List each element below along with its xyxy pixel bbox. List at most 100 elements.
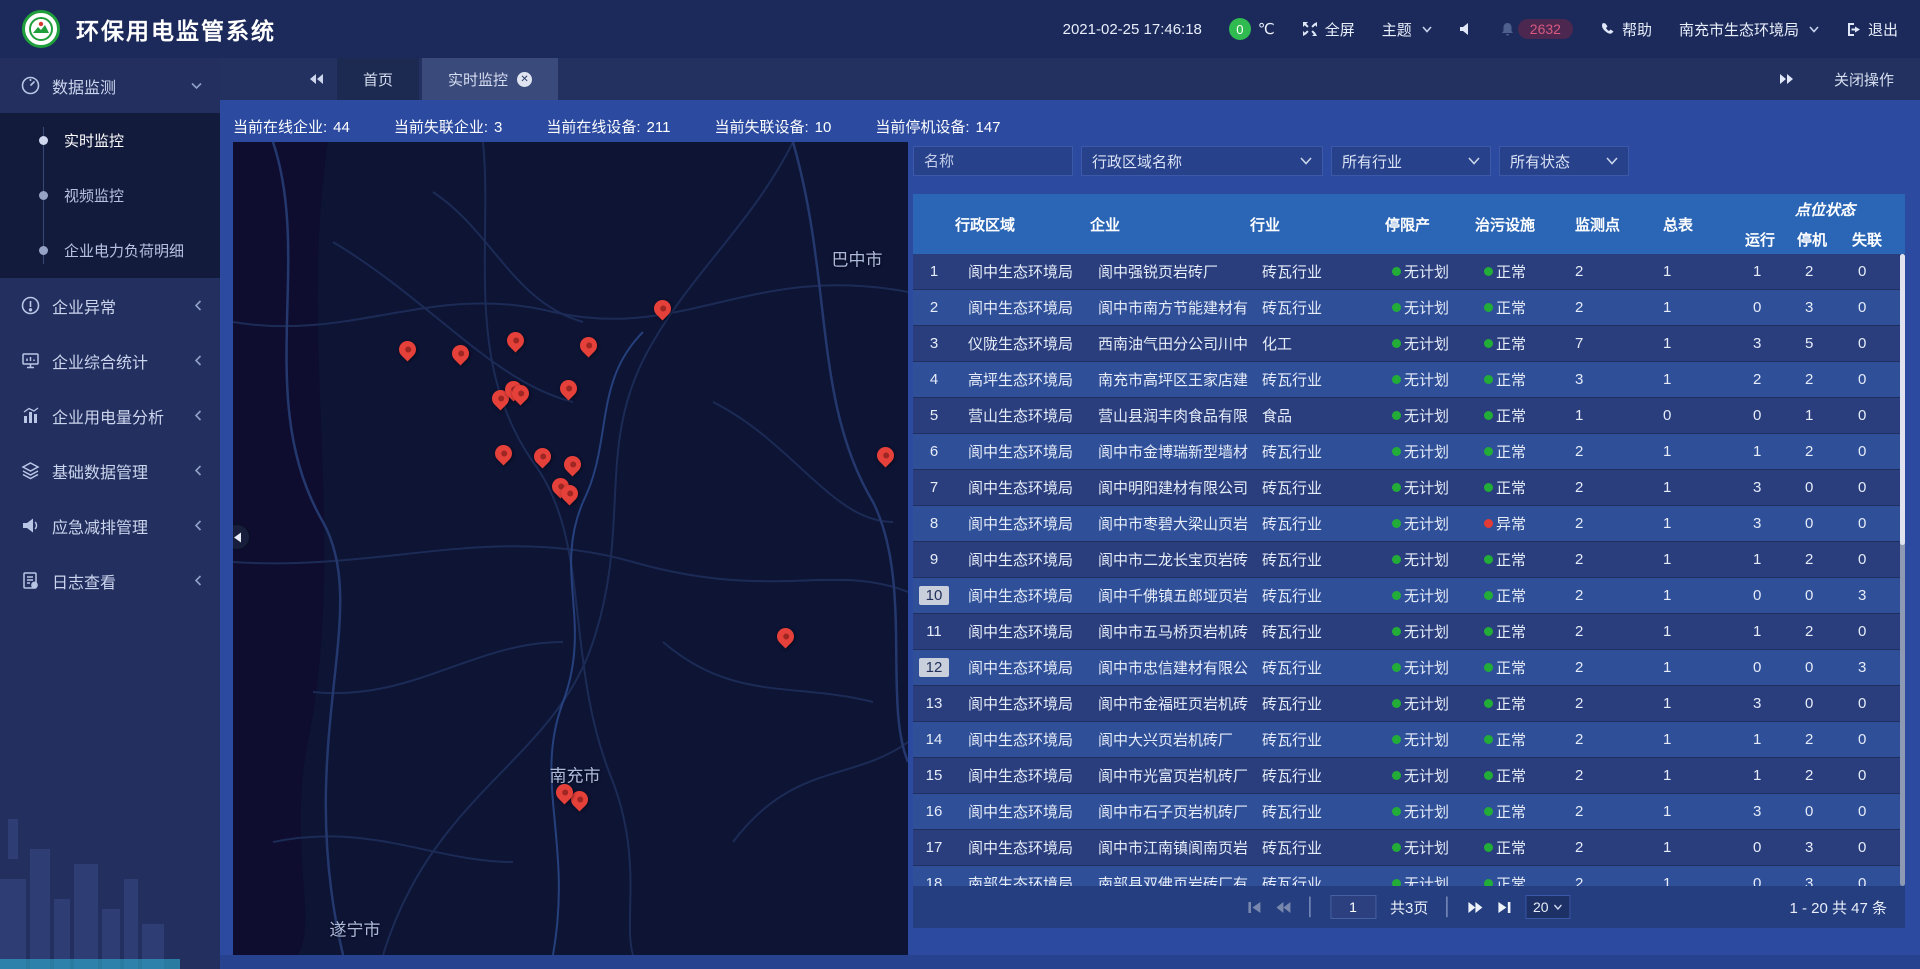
cell-index: 8 — [913, 506, 955, 541]
total-pages-label: 共3页 — [1390, 897, 1428, 918]
cell-stop: 2 — [1797, 362, 1852, 397]
sidebar-item-6[interactable]: 日志查看 — [0, 553, 220, 608]
cell-run: 3 — [1745, 326, 1797, 361]
stat-label: 当前失联企业: — [394, 119, 488, 136]
table-row[interactable]: 4高坪生态环境局南充市高坪区王家店建砖瓦行业无计划正常31220 — [913, 362, 1905, 398]
log-icon — [20, 571, 40, 590]
cell-meters: 1 — [1650, 758, 1745, 793]
cell-company: 南充市高坪区王家店建 — [1090, 362, 1250, 397]
table-row[interactable]: 7阆中生态环境局阆中明阳建材有限公司砖瓦行业无计划正常21300 — [913, 470, 1905, 506]
layers-icon — [20, 461, 40, 480]
table-row[interactable]: 6阆中生态环境局阆中市金博瑞新型墙材砖瓦行业无计划正常21120 — [913, 434, 1905, 470]
fullscreen-button[interactable]: 全屏 — [1302, 19, 1355, 40]
cell-meters: 1 — [1650, 434, 1745, 469]
status-dot-icon — [1392, 663, 1401, 672]
tabs-scroll-left-icon[interactable] — [298, 58, 334, 100]
map-city-label: 遂宁市 — [330, 916, 381, 941]
cell-industry: 砖瓦行业 — [1250, 686, 1385, 721]
sidebar-item-3[interactable]: 企业用电量分析 — [0, 388, 220, 443]
cell-industry: 化工 — [1250, 326, 1385, 361]
cell-company: 阆中强锐页岩砖厂 — [1090, 254, 1250, 289]
cell-stop: 2 — [1797, 434, 1852, 469]
theme-dropdown[interactable]: 主题 — [1382, 19, 1432, 40]
table-row[interactable]: 9阆中生态环境局阆中市二龙长宝页岩砖砖瓦行业无计划正常21120 — [913, 542, 1905, 578]
bell-icon — [1500, 22, 1515, 37]
table-scrollbar[interactable] — [1900, 254, 1905, 886]
cell-facility: 正常 — [1475, 578, 1560, 613]
cell-points: 2 — [1560, 434, 1650, 469]
table-row[interactable]: 14阆中生态环境局阆中大兴页岩机砖厂砖瓦行业无计划正常21120 — [913, 722, 1905, 758]
cell-run: 0 — [1745, 398, 1797, 433]
tabs-scroll-right-icon[interactable] — [1779, 73, 1794, 85]
tab-realtime-monitor[interactable]: 实时监控 ✕ — [422, 58, 558, 100]
table-row[interactable]: 5营山生态环境局营山县润丰肉食品有限食品无计划正常10010 — [913, 398, 1905, 434]
cell-production: 无计划 — [1385, 434, 1475, 469]
status-select[interactable]: 所有状态 — [1499, 146, 1629, 176]
table-row[interactable]: 8阆中生态环境局阆中市枣碧大梁山页岩砖瓦行业无计划异常21300 — [913, 506, 1905, 542]
cell-meters: 1 — [1650, 866, 1745, 886]
logout-button[interactable]: 退出 — [1846, 19, 1898, 40]
table-row[interactable]: 13阆中生态环境局阆中市金福旺页岩机砖砖瓦行业无计划正常21300 — [913, 686, 1905, 722]
sidebar-item-1[interactable]: 企业异常 — [0, 278, 220, 333]
page-number-input[interactable] — [1330, 895, 1376, 919]
next-page-button[interactable] — [1467, 901, 1483, 914]
table-row[interactable]: 10阆中生态环境局阆中千佛镇五郎垭页岩砖瓦行业无计划正常21003 — [913, 578, 1905, 614]
status-dot-icon — [1392, 699, 1401, 708]
stat-value: 147 — [976, 119, 1001, 136]
cell-industry: 砖瓦行业 — [1250, 254, 1385, 289]
help-button[interactable]: 帮助 — [1600, 19, 1652, 40]
cell-industry: 砖瓦行业 — [1250, 830, 1385, 865]
status-dot-icon — [1392, 591, 1401, 600]
sidebar-subitem-0-2[interactable]: 企业电力负荷明细 — [0, 223, 220, 278]
table-row[interactable]: 16阆中生态环境局阆中市石子页岩机砖厂砖瓦行业无计划正常21300 — [913, 794, 1905, 830]
sidebar-item-5[interactable]: 应急减排管理 — [0, 498, 220, 553]
sound-toggle[interactable] — [1459, 22, 1473, 36]
map[interactable]: 巴中市南充市遂宁市 — [233, 142, 908, 955]
cell-points: 2 — [1560, 866, 1650, 886]
cell-stop: 2 — [1797, 254, 1852, 289]
name-search-input[interactable] — [913, 146, 1073, 176]
sidebar-item-label: 数据监测 — [52, 74, 116, 98]
cell-index: 15 — [913, 758, 955, 793]
prev-page-button[interactable] — [1275, 901, 1291, 914]
cell-index: 3 — [913, 326, 955, 361]
sidebar-subitem-0-0[interactable]: 实时监控 — [0, 113, 220, 168]
cell-meters: 1 — [1650, 254, 1745, 289]
cell-index: 14 — [913, 722, 955, 757]
last-page-button[interactable] — [1497, 901, 1511, 914]
status-dot-icon — [1392, 375, 1401, 384]
sidebar-item-0[interactable]: 数据监测 — [0, 58, 220, 113]
table-row[interactable]: 12阆中生态环境局阆中市忠信建材有限公砖瓦行业无计划正常21003 — [913, 650, 1905, 686]
notifications[interactable]: 2632 — [1500, 19, 1573, 39]
cell-index: 10 — [913, 578, 955, 613]
tab-home[interactable]: 首页 — [337, 58, 419, 100]
sidebar-item-label: 应急减排管理 — [52, 514, 148, 538]
record-range-label: 1 - 20 共 47 条 — [1789, 897, 1887, 918]
cell-points: 2 — [1560, 794, 1650, 829]
table-row[interactable]: 3仪陇生态环境局西南油气田分公司川中化工无计划正常71350 — [913, 326, 1905, 362]
table-row[interactable]: 17阆中生态环境局阆中市江南镇阆南页岩砖瓦行业无计划正常21030 — [913, 830, 1905, 866]
close-operations-button[interactable]: 关闭操作 — [1834, 69, 1894, 90]
cell-run: 1 — [1745, 758, 1797, 793]
stat-label: 当前失联设备: — [714, 119, 808, 136]
table-row[interactable]: 1阆中生态环境局阆中强锐页岩砖厂砖瓦行业无计划正常21120 — [913, 254, 1905, 290]
table-row[interactable]: 2阆中生态环境局阆中市南方节能建材有砖瓦行业无计划正常21030 — [913, 290, 1905, 326]
cell-run: 0 — [1745, 290, 1797, 325]
page-size-select[interactable]: 20 — [1525, 895, 1571, 919]
table-row[interactable]: 11阆中生态环境局阆中市五马桥页岩机砖砖瓦行业无计划正常21120 — [913, 614, 1905, 650]
org-dropdown[interactable]: 南充市生态环境局 — [1679, 19, 1819, 40]
stat-value: 3 — [494, 119, 502, 136]
status-dot-icon — [1392, 807, 1401, 816]
status-dot-icon — [1484, 267, 1493, 276]
sidebar-item-4[interactable]: 基础数据管理 — [0, 443, 220, 498]
table-row[interactable]: 15阆中生态环境局阆中市光富页岩机砖厂砖瓦行业无计划正常21120 — [913, 758, 1905, 794]
first-page-button[interactable] — [1247, 901, 1261, 914]
region-select[interactable]: 行政区域名称 — [1081, 146, 1323, 176]
close-icon[interactable]: ✕ — [517, 72, 532, 87]
cell-facility: 正常 — [1475, 614, 1560, 649]
table-row[interactable]: 18南部生态环境局南部县双佛页岩砖厂有砖瓦行业无计划正常21030 — [913, 866, 1905, 886]
sidebar-subitem-0-1[interactable]: 视频监控 — [0, 168, 220, 223]
sidebar-item-2[interactable]: 企业综合统计 — [0, 333, 220, 388]
industry-select[interactable]: 所有行业 — [1331, 146, 1491, 176]
content-area: 当前在线企业:44当前失联企业:3当前在线设备:211当前失联设备:10当前停机… — [220, 100, 1920, 969]
